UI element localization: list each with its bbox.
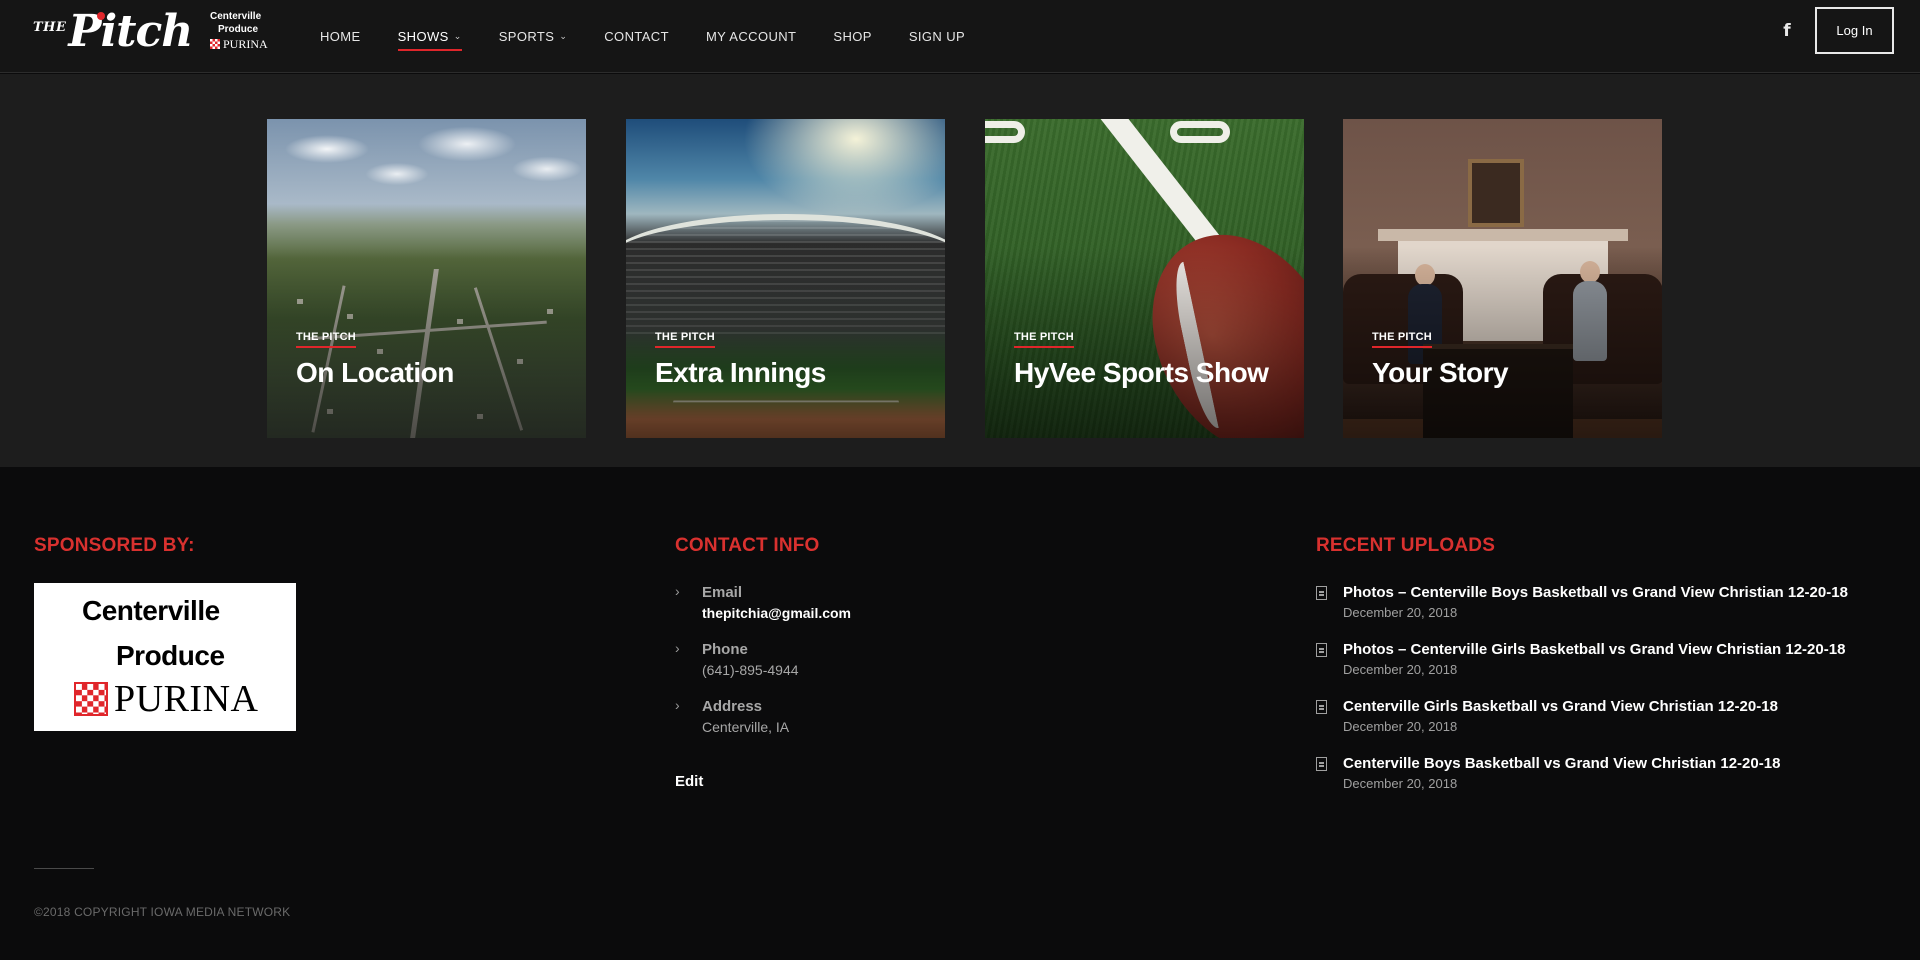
logo-pitch: Pitch bbox=[68, 6, 193, 57]
list-item: Photos – Centerville Boys Basketball vs … bbox=[1316, 583, 1848, 640]
chevron-down-icon: ⌄ bbox=[559, 31, 568, 41]
contact-label: Phone bbox=[702, 641, 748, 658]
nav-item-label: SHOWS bbox=[397, 29, 449, 44]
nav-item-label: MY ACCOUNT bbox=[705, 29, 797, 44]
shows-section: THE PITCH On Location THE PITCH Extra In… bbox=[0, 74, 1920, 467]
chevron-right-icon: › bbox=[675, 640, 680, 656]
copyright-text: ©2018 COPYRIGHT IOWA MEDIA NETWORK bbox=[34, 905, 291, 919]
upload-date: December 20, 2018 bbox=[1343, 605, 1458, 620]
address-value: Centerville, IA bbox=[702, 719, 790, 735]
document-icon bbox=[1316, 643, 1327, 657]
purina-checkerboard-icon bbox=[210, 39, 220, 49]
sponsor-purina-row: PURINA bbox=[74, 677, 258, 721]
show-kicker: THE PITCH bbox=[296, 331, 356, 348]
nav-item-sports[interactable]: SPORTS ⌄ bbox=[499, 26, 568, 48]
nav-item-shop[interactable]: SHOP bbox=[833, 26, 871, 48]
upload-date: December 20, 2018 bbox=[1343, 662, 1458, 677]
nav-item-label: SHOP bbox=[833, 29, 872, 44]
nav-item-shows[interactable]: SHOWS ⌄ bbox=[397, 26, 462, 51]
sponsor-logo[interactable]: Centerville Produce PURINA bbox=[34, 583, 296, 731]
nav-item-label: HOME bbox=[320, 29, 361, 44]
logo-dot-icon bbox=[97, 12, 105, 20]
sponsor-logo-line2: Produce bbox=[116, 640, 225, 671]
edit-link[interactable]: Edit bbox=[675, 773, 703, 790]
upload-title-link[interactable]: Photos – Centerville Boys Basketball vs … bbox=[1343, 583, 1848, 603]
upload-title-link[interactable]: Centerville Boys Basketball vs Grand Vie… bbox=[1343, 754, 1848, 774]
nav-item-label: SPORTS bbox=[498, 29, 555, 44]
card-shade bbox=[1343, 119, 1662, 438]
show-title: On Location bbox=[296, 357, 454, 388]
show-title: Extra Innings bbox=[655, 357, 826, 388]
list-item: Centerville Girls Basketball vs Grand Vi… bbox=[1316, 697, 1848, 754]
contact-item-address: › Address Centerville, IA bbox=[675, 697, 851, 738]
chevron-down-icon: ⌄ bbox=[453, 31, 462, 41]
show-card-your-story[interactable]: THE PITCH Your Story bbox=[1343, 119, 1662, 438]
card-shade bbox=[626, 119, 945, 438]
site-logo[interactable]: THE Pitch bbox=[33, 6, 193, 57]
contact-label: Address bbox=[702, 698, 763, 715]
list-item: Centerville Boys Basketball vs Grand Vie… bbox=[1316, 754, 1848, 811]
header-sponsor-line1: Centerville bbox=[210, 11, 262, 22]
header-sponsor-line2: Produce bbox=[218, 24, 259, 35]
show-title: Your Story bbox=[1372, 357, 1509, 388]
upload-title-link[interactable]: Photos – Centerville Girls Basketball vs… bbox=[1343, 640, 1848, 660]
header-sponsor-line3-wrap: PURINA bbox=[210, 38, 272, 50]
chevron-right-icon: › bbox=[675, 583, 680, 599]
logo-the: THE bbox=[33, 20, 67, 35]
upload-title-link[interactable]: Centerville Girls Basketball vs Grand Vi… bbox=[1343, 697, 1848, 717]
contact-item-phone: › Phone (641)-895-4944 bbox=[675, 640, 851, 681]
card-shade bbox=[267, 119, 586, 438]
show-card-extra-innings[interactable]: THE PITCH Extra Innings bbox=[626, 119, 945, 438]
login-button[interactable]: Log In bbox=[1815, 7, 1894, 54]
contact-list: › Email thepitchia@gmail.com › Phone (64… bbox=[675, 583, 851, 754]
sponsor-logo-line1: Centerville bbox=[82, 595, 220, 626]
document-icon bbox=[1316, 700, 1327, 714]
list-item: Photos – Centerville Girls Basketball vs… bbox=[1316, 640, 1848, 697]
show-card-on-location[interactable]: THE PITCH On Location bbox=[267, 119, 586, 438]
contact-info-heading: CONTACT INFO bbox=[675, 535, 820, 556]
contact-item-email: › Email thepitchia@gmail.com bbox=[675, 583, 851, 624]
sponsored-by-heading: SPONSORED BY: bbox=[34, 535, 195, 556]
recent-uploads-heading: RECENT UPLOADS bbox=[1316, 535, 1496, 556]
upload-date: December 20, 2018 bbox=[1343, 719, 1458, 734]
phone-value: (641)-895-4944 bbox=[702, 662, 799, 678]
sponsor-logo-line3: PURINA bbox=[114, 678, 259, 720]
facebook-icon[interactable]: f bbox=[1780, 20, 1794, 42]
nav-item-home[interactable]: HOME bbox=[320, 26, 361, 48]
nav-item-label: CONTACT bbox=[604, 29, 669, 44]
upload-date: December 20, 2018 bbox=[1343, 776, 1458, 791]
header-sponsor-line3: PURINA bbox=[223, 37, 268, 51]
show-kicker: THE PITCH bbox=[1372, 331, 1432, 348]
show-kicker: THE PITCH bbox=[655, 331, 715, 348]
recent-uploads-list: Photos – Centerville Boys Basketball vs … bbox=[1316, 583, 1848, 811]
card-shade bbox=[985, 119, 1304, 438]
footer-divider bbox=[34, 868, 94, 869]
contact-label: Email bbox=[702, 584, 743, 601]
email-link[interactable]: thepitchia@gmail.com bbox=[702, 602, 851, 624]
purina-checkerboard-icon bbox=[74, 682, 108, 716]
main-nav: HOME SHOWS ⌄ SPORTS ⌄ CONTACT MY ACCOUNT S… bbox=[320, 0, 1002, 73]
nav-item-my-account[interactable]: MY ACCOUNT bbox=[706, 26, 796, 48]
document-icon bbox=[1316, 586, 1327, 600]
nav-item-sign-up[interactable]: SIGN UP bbox=[909, 26, 965, 48]
nav-item-contact[interactable]: CONTACT bbox=[604, 26, 669, 48]
document-icon bbox=[1316, 757, 1327, 771]
chevron-right-icon: › bbox=[675, 697, 680, 713]
site-header: THE Pitch Centerville Produce PURINA HOM… bbox=[0, 0, 1920, 73]
show-kicker: THE PITCH bbox=[1014, 331, 1074, 348]
header-sponsor-logo[interactable]: Centerville Produce PURINA bbox=[210, 12, 272, 54]
show-card-hyvee-sports-show[interactable]: THE PITCH HyVee Sports Show bbox=[985, 119, 1304, 438]
show-title: HyVee Sports Show bbox=[1014, 357, 1269, 388]
nav-item-label: SIGN UP bbox=[908, 29, 966, 44]
